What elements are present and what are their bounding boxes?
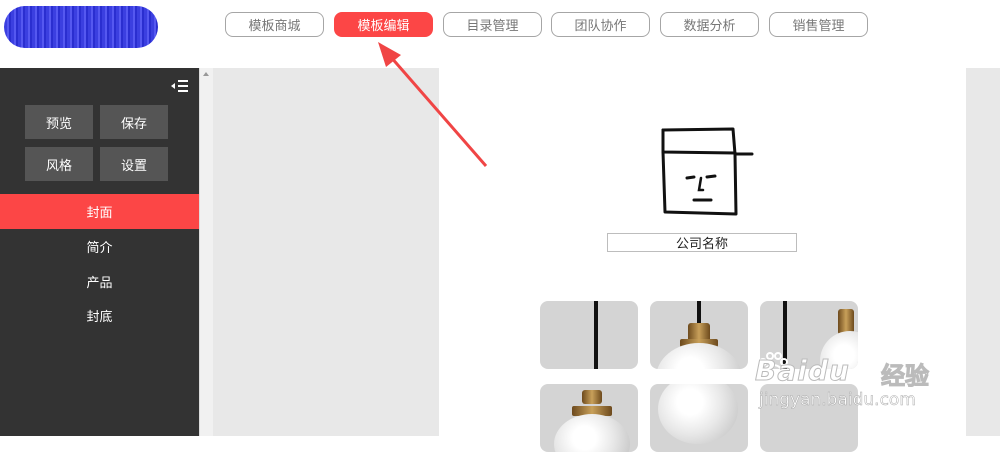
- watermark-url: jingyan.baidu.com: [759, 390, 916, 411]
- watermark-brand-cn: 经验: [881, 362, 930, 391]
- baidu-jingyan-watermark: Baidu 经验 jingyan.baidu.com: [755, 350, 947, 420]
- watermark-brand: Baidu: [755, 354, 850, 388]
